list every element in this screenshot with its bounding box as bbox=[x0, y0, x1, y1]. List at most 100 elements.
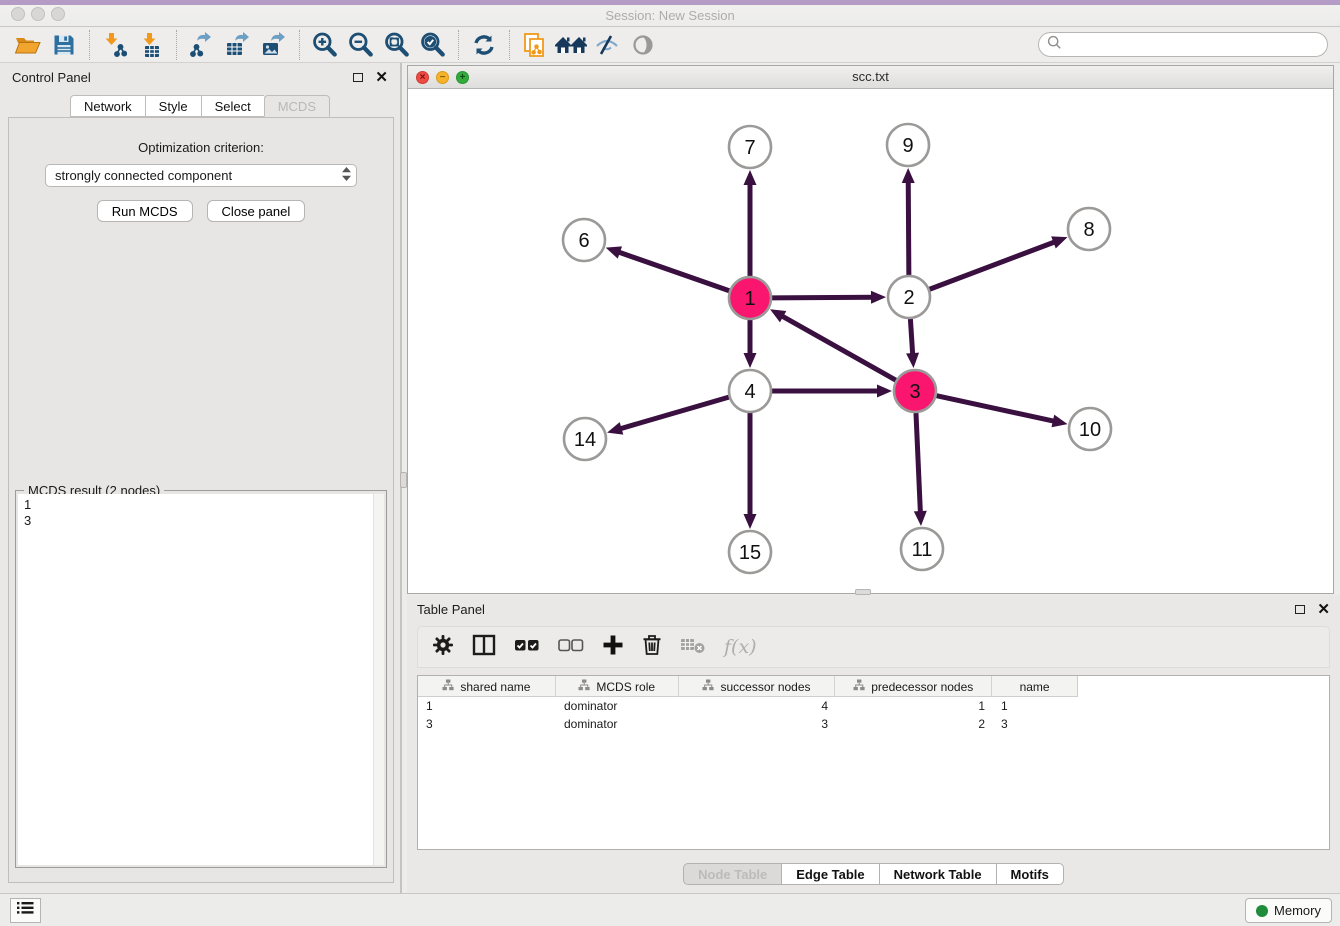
column-header-predecessor-nodes[interactable]: predecessor nodes bbox=[835, 676, 992, 697]
gear-icon[interactable] bbox=[432, 634, 454, 661]
search-box[interactable] bbox=[1038, 32, 1328, 57]
column-flatten-icon bbox=[702, 679, 714, 694]
graph-node-2[interactable]: 2 bbox=[888, 276, 930, 318]
column-header-name[interactable]: name bbox=[992, 676, 1077, 697]
add-row-icon[interactable] bbox=[602, 634, 624, 661]
svg-text:2: 2 bbox=[903, 287, 914, 309]
show-eye-icon[interactable] bbox=[625, 30, 661, 60]
zoom-out-icon[interactable] bbox=[343, 30, 379, 60]
cell-successor-nodes[interactable]: 3 bbox=[679, 717, 836, 733]
tab-style[interactable]: Style bbox=[145, 95, 201, 117]
float-panel-icon[interactable] bbox=[353, 73, 363, 82]
graph-node-14[interactable]: 14 bbox=[564, 418, 606, 460]
cell-MCDS-role[interactable]: dominator bbox=[556, 699, 679, 715]
refresh-icon[interactable] bbox=[466, 30, 502, 60]
memory-button[interactable]: Memory bbox=[1245, 898, 1332, 923]
table-row-2[interactable]: 3dominator323 bbox=[418, 717, 1329, 733]
memory-status-icon bbox=[1256, 905, 1268, 917]
graph-node-7[interactable]: 7 bbox=[729, 126, 771, 168]
houses-icon[interactable] bbox=[553, 30, 589, 60]
graph-edge-1-7[interactable] bbox=[744, 170, 757, 276]
graph-edge-3-11[interactable] bbox=[914, 413, 927, 526]
cell-successor-nodes[interactable]: 4 bbox=[679, 699, 836, 715]
tab-node-table[interactable]: Node Table bbox=[683, 863, 781, 885]
network-close-button[interactable]: × bbox=[416, 71, 429, 84]
table-header-row: shared nameMCDS rolesuccessor nodesprede… bbox=[418, 676, 1078, 697]
table-close-panel-icon[interactable]: ✕ bbox=[1317, 602, 1330, 617]
graph-edge-1-6[interactable] bbox=[606, 246, 730, 290]
graph-edge-4-3[interactable] bbox=[772, 385, 892, 398]
cell-name[interactable]: 1 bbox=[993, 699, 1078, 715]
network-canvas[interactable]: 7 9 6 8 1 2 4 3 14 10 15 11 bbox=[408, 89, 1333, 593]
graph-edge-3-1[interactable] bbox=[770, 309, 896, 380]
save-session-icon[interactable] bbox=[46, 30, 82, 60]
import-table-icon[interactable] bbox=[133, 30, 169, 60]
zoom-fit-icon[interactable] bbox=[379, 30, 415, 60]
cell-shared-name[interactable]: 1 bbox=[418, 699, 556, 715]
import-network-icon[interactable] bbox=[97, 30, 133, 60]
search-icon bbox=[1047, 35, 1062, 55]
cell-shared-name[interactable]: 3 bbox=[418, 717, 556, 733]
graph-node-10[interactable]: 10 bbox=[1069, 408, 1111, 450]
tab-mcds[interactable]: MCDS bbox=[264, 95, 330, 117]
graph-node-15[interactable]: 15 bbox=[729, 531, 771, 573]
tab-network[interactable]: Network bbox=[70, 95, 145, 117]
graph-node-9[interactable]: 9 bbox=[887, 124, 929, 166]
optimization-criterion-select[interactable]: strongly connected component bbox=[45, 164, 357, 187]
optimization-criterion-label: Optimization criterion: bbox=[9, 140, 393, 155]
select-all-icon[interactable] bbox=[514, 636, 540, 659]
memory-label: Memory bbox=[1274, 903, 1321, 918]
deselect-all-icon[interactable] bbox=[558, 636, 584, 659]
graph-node-4[interactable]: 4 bbox=[729, 370, 771, 412]
graph-node-8[interactable]: 8 bbox=[1068, 208, 1110, 250]
search-input[interactable] bbox=[1067, 37, 1319, 52]
tab-motifs[interactable]: Motifs bbox=[996, 863, 1064, 885]
graph-edge-1-2[interactable] bbox=[772, 291, 886, 304]
graph-node-11[interactable]: 11 bbox=[901, 528, 943, 570]
column-header-shared-name[interactable]: shared name bbox=[418, 676, 556, 697]
graph-edge-2-8[interactable] bbox=[930, 236, 1068, 289]
graph-node-3[interactable]: 3 bbox=[894, 370, 936, 412]
hide-eye-icon[interactable] bbox=[589, 30, 625, 60]
close-panel-button[interactable]: Close panel bbox=[207, 200, 306, 222]
graph-edge-4-14[interactable] bbox=[607, 397, 729, 434]
graph-edge-2-9[interactable] bbox=[902, 168, 915, 275]
delete-row-icon[interactable] bbox=[642, 633, 662, 661]
split-panel-icon[interactable] bbox=[472, 634, 496, 661]
cell-MCDS-role[interactable]: dominator bbox=[556, 717, 679, 733]
panel-divider-grip[interactable] bbox=[400, 472, 407, 488]
open-file-icon[interactable] bbox=[10, 30, 46, 60]
graph-edge-4-15[interactable] bbox=[744, 413, 757, 529]
graph-edge-3-10[interactable] bbox=[936, 396, 1067, 428]
graph-edge-1-4[interactable] bbox=[744, 320, 757, 368]
zoom-in-icon[interactable] bbox=[307, 30, 343, 60]
svg-text:7: 7 bbox=[744, 137, 755, 159]
close-panel-icon[interactable]: ✕ bbox=[375, 70, 388, 85]
export-image-icon[interactable] bbox=[256, 30, 292, 60]
tab-network-table[interactable]: Network Table bbox=[879, 863, 996, 885]
export-table-icon[interactable] bbox=[220, 30, 256, 60]
run-mcds-button[interactable]: Run MCDS bbox=[97, 200, 193, 222]
graph-edge-2-3[interactable] bbox=[906, 319, 919, 368]
clone-network-icon[interactable] bbox=[517, 30, 553, 60]
task-history-button[interactable] bbox=[10, 898, 41, 923]
tab-edge-table[interactable]: Edge Table bbox=[781, 863, 878, 885]
table-panel-title: Table Panel bbox=[417, 602, 485, 617]
column-header-MCDS-role[interactable]: MCDS role bbox=[556, 676, 679, 697]
graph-node-6[interactable]: 6 bbox=[563, 219, 605, 261]
tab-select[interactable]: Select bbox=[201, 95, 264, 117]
graph-node-1[interactable]: 1 bbox=[729, 277, 771, 319]
mcds-result-text[interactable]: 1 3 bbox=[18, 494, 384, 865]
cell-name[interactable]: 3 bbox=[993, 717, 1078, 733]
table-float-panel-icon[interactable] bbox=[1295, 605, 1305, 614]
network-maximize-button[interactable]: + bbox=[456, 71, 469, 84]
column-header-successor-nodes[interactable]: successor nodes bbox=[679, 676, 836, 697]
app-title-bar: Session: New Session bbox=[0, 0, 1340, 27]
table-row-1[interactable]: 1dominator411 bbox=[418, 699, 1329, 715]
network-minimize-button[interactable]: − bbox=[436, 71, 449, 84]
cell-predecessor-nodes[interactable]: 1 bbox=[836, 699, 993, 715]
export-network-icon[interactable] bbox=[184, 30, 220, 60]
cell-predecessor-nodes[interactable]: 2 bbox=[836, 717, 993, 733]
result-scrollbar[interactable] bbox=[373, 494, 384, 865]
zoom-selected-icon[interactable] bbox=[415, 30, 451, 60]
